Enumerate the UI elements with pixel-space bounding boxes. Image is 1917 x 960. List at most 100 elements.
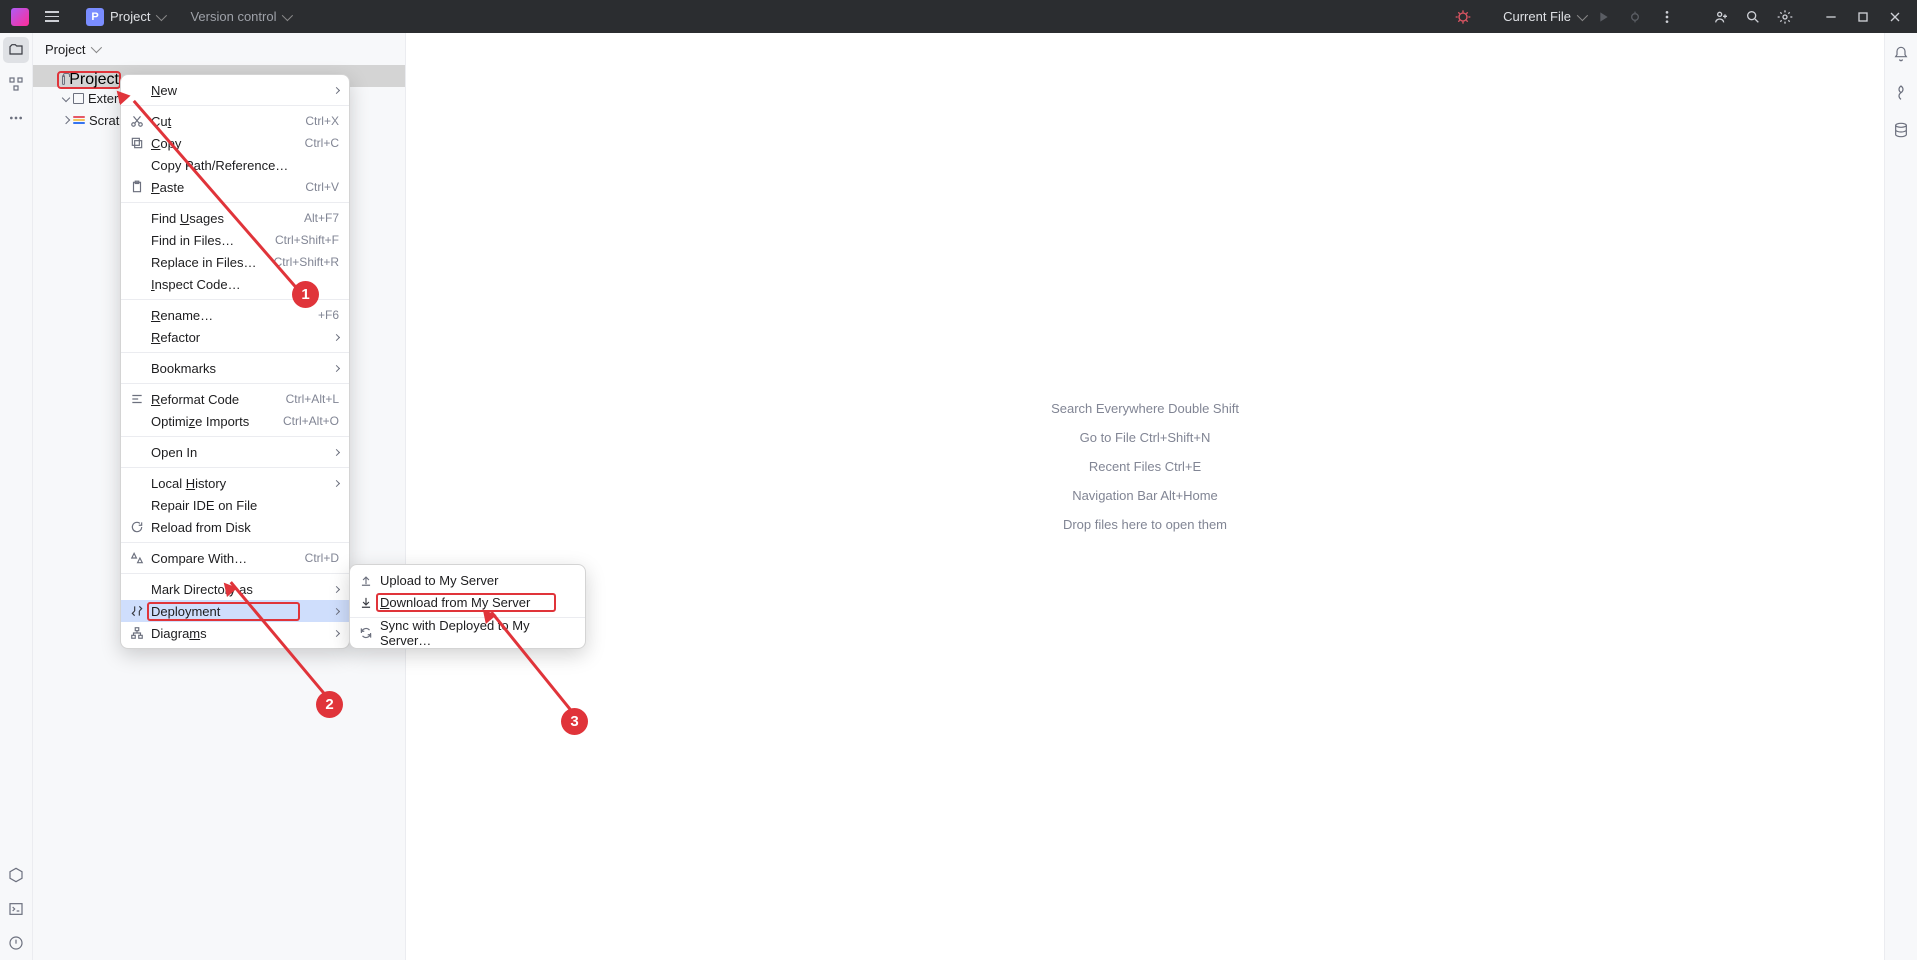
code-with-me-icon[interactable] [1707,3,1735,31]
main-menu-button[interactable] [38,3,66,31]
copy-icon [129,135,145,151]
minimize-button[interactable] [1815,0,1847,33]
terminal-tool-button[interactable] [3,896,29,922]
menu-replace-in-files-shortcut: Ctrl+Shift+R [274,255,339,269]
submenu-download[interactable]: Download from My Server [350,591,585,613]
menu-copy-path[interactable]: Copy Path/Reference… [121,154,349,176]
annotation-badge-3: 3 [561,708,588,735]
sync-icon [358,625,374,641]
menu-separator [121,542,349,543]
menu-deployment[interactable]: Deployment [121,600,349,622]
chevron-right-icon [333,364,340,371]
top-bar: P Project Version control Current File [0,0,1917,33]
menu-paste-shortcut: Ctrl+V [305,180,339,194]
chevron-right-icon [333,86,340,93]
close-button[interactable] [1879,0,1911,33]
vc-label: Version control [190,9,276,24]
chevron-down-icon [156,9,167,20]
sidebar-header[interactable]: Project [33,33,405,65]
menu-optimize-shortcut: Ctrl+Alt+O [283,414,339,428]
menu-separator [121,467,349,468]
menu-reload[interactable]: Reload from Disk [121,516,349,538]
sidebar-title: Project [45,42,85,57]
project-tool-button[interactable] [3,37,29,63]
menu-copy-shortcut: Ctrl+C [305,136,339,150]
submenu-sync[interactable]: Sync with Deployed to My Server… [350,622,585,644]
menu-separator [121,352,349,353]
version-control-dropdown[interactable]: Version control [190,9,290,24]
menu-refactor[interactable]: Refactor [121,326,349,348]
database-tool-button[interactable] [1888,117,1914,143]
notifications-tool-button[interactable] [1888,41,1914,67]
menu-new[interactable]: NNewew [121,79,349,101]
reformat-icon [129,391,145,407]
more-actions-button[interactable] [1653,3,1681,31]
hint-go-to-file: Go to File Ctrl+Shift+N [1080,430,1211,445]
chevron-down-icon [282,9,293,20]
menu-separator [121,436,349,437]
project-selector[interactable]: P Project [80,6,170,28]
chevron-down-icon [62,94,70,102]
more-tools-button[interactable] [3,105,29,131]
chevron-right-icon [333,448,340,455]
project-name-label: Project [110,9,150,24]
tree-root-highlight[interactable]: Project [57,71,121,89]
hint-recent-files: Recent Files Ctrl+E [1089,459,1201,474]
menu-copy[interactable]: CopyCtrl+C [121,132,349,154]
debug-button[interactable] [1621,3,1649,31]
hint-navigation-bar: Navigation Bar Alt+Home [1072,488,1218,503]
menu-rename-shortcut: +F6 [318,308,339,322]
menu-separator [121,202,349,203]
menu-open-in-label: Open In [151,445,197,460]
editor-hints: Search Everywhere Double Shift Go to Fil… [1051,401,1239,532]
submenu-upload[interactable]: Upload to My Server [350,569,585,591]
menu-bookmarks[interactable]: Bookmarks [121,357,349,379]
cut-icon [129,113,145,129]
menu-local-history[interactable]: Local History [121,472,349,494]
app-logo-icon[interactable] [6,3,34,31]
menu-replace-in-files[interactable]: Replace in Files…Ctrl+Shift+R [121,251,349,273]
menu-rename[interactable]: Rename…+F6 [121,304,349,326]
topbar-left-group: P Project Version control [0,3,290,31]
menu-separator [121,573,349,574]
menu-paste[interactable]: PasteCtrl+V [121,176,349,198]
menu-reload-label: Reload from Disk [151,520,251,535]
menu-find-usages-shortcut: Alt+F7 [304,211,339,225]
submenu-sync-label: Sync with Deployed to My Server… [380,618,575,648]
run-config-selector[interactable]: Current File [1503,9,1585,24]
submenu-upload-label: Upload to My Server [380,573,499,588]
menu-find-in-files-label: Find in Files… [151,233,234,248]
structure-tool-button[interactable] [3,71,29,97]
tree-root-label: Project [69,71,119,89]
menu-reformat[interactable]: Reformat CodeCtrl+Alt+L [121,388,349,410]
annotation-badge-2: 2 [316,691,343,718]
chevron-right-icon [62,116,70,124]
run-button[interactable] [1589,3,1617,31]
project-letter-icon: P [86,8,104,26]
folder-icon [62,75,65,85]
compare-icon [129,550,145,566]
services-tool-button[interactable] [3,862,29,888]
menu-find-in-files[interactable]: Find in Files…Ctrl+Shift+F [121,229,349,251]
menu-open-in[interactable]: Open In [121,441,349,463]
problems-tool-button[interactable] [3,930,29,956]
menu-compare[interactable]: Compare With…Ctrl+D [121,547,349,569]
paste-icon [129,179,145,195]
settings-button[interactable] [1771,3,1799,31]
upload-icon [358,572,374,588]
menu-repair[interactable]: Repair IDE on File [121,494,349,516]
maximize-button[interactable] [1847,0,1879,33]
topbar-right-group: Current File [1449,0,1911,33]
chevron-right-icon [333,629,340,636]
menu-separator [121,383,349,384]
menu-optimize[interactable]: Optimize ImportsCtrl+Alt+O [121,410,349,432]
menu-diagrams[interactable]: Diagrams [121,622,349,644]
menu-bookmarks-label: Bookmarks [151,361,216,376]
menu-cut-shortcut: Ctrl+X [305,114,339,128]
menu-copy-path-label: Copy Path/Reference… [151,158,288,173]
window-controls [1815,0,1911,33]
search-everywhere-button[interactable] [1739,3,1767,31]
ai-tool-button[interactable] [1888,79,1914,105]
menu-separator [121,105,349,106]
debug-indicator-icon[interactable] [1449,3,1477,31]
